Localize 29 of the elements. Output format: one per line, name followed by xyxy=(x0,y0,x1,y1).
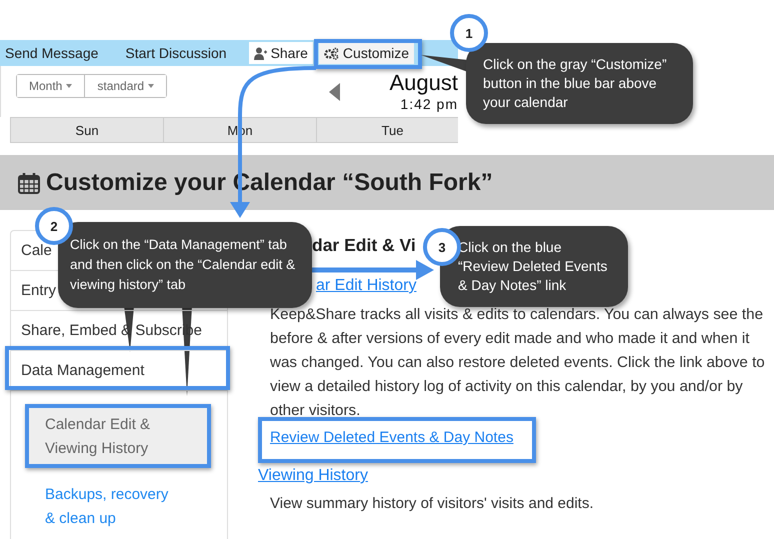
gears-icon xyxy=(324,46,339,60)
previous-icon[interactable] xyxy=(329,83,340,101)
time-label: 1:42 pm xyxy=(400,96,458,112)
review-deleted-link[interactable]: Review Deleted Events & Day Notes xyxy=(270,429,514,446)
sidebar-tab[interactable]: Data Management xyxy=(21,362,144,379)
month-label: August xyxy=(390,70,458,96)
description-text: Keep&Share tracks all visits & edits to calendars. You can always see the before & after versions of every edit made and who made it and when it was changed. You can also restore deleted events. Click the link above to view a detailed history log of activity on this calendar, by you and/or by other visitors. xyxy=(270,305,766,421)
sidebar-tab[interactable]: Cale xyxy=(21,242,52,259)
caret-icon xyxy=(148,84,154,88)
person-icon xyxy=(254,46,267,60)
viewing-description: View summary history of visitors' visits and edits. xyxy=(270,495,595,512)
toolbar-link[interactable]: Start Discussion xyxy=(125,45,227,61)
sidebar-link[interactable]: Backups, recovery & clean up xyxy=(29,476,194,538)
customize-button[interactable]: Customize xyxy=(318,42,414,64)
step-badge: 1 xyxy=(450,14,488,52)
toolbar-link[interactable]: Send Message xyxy=(5,45,98,61)
calendar-icon xyxy=(18,172,40,194)
edit-history-link[interactable]: ar Edit History xyxy=(316,277,416,295)
callout: Click on the gray “Customize” button in the blue bar above your calendar xyxy=(466,43,693,124)
view-dropdown[interactable]: standard xyxy=(84,75,166,97)
caret-icon xyxy=(66,84,72,88)
callout: Click on the “Data Management” tab and then click on the “Calendar edit & viewing history” tab xyxy=(58,222,312,308)
share-button[interactable]: Share xyxy=(248,42,313,64)
sidebar-tab[interactable]: Entry xyxy=(21,282,56,299)
callout-pointer xyxy=(421,55,468,72)
viewing-history-link[interactable]: Viewing History xyxy=(258,467,368,485)
day-header: Sun xyxy=(11,118,164,142)
section-heading: dar Edit & Vi xyxy=(312,235,416,256)
day-header: Tue xyxy=(317,118,458,142)
